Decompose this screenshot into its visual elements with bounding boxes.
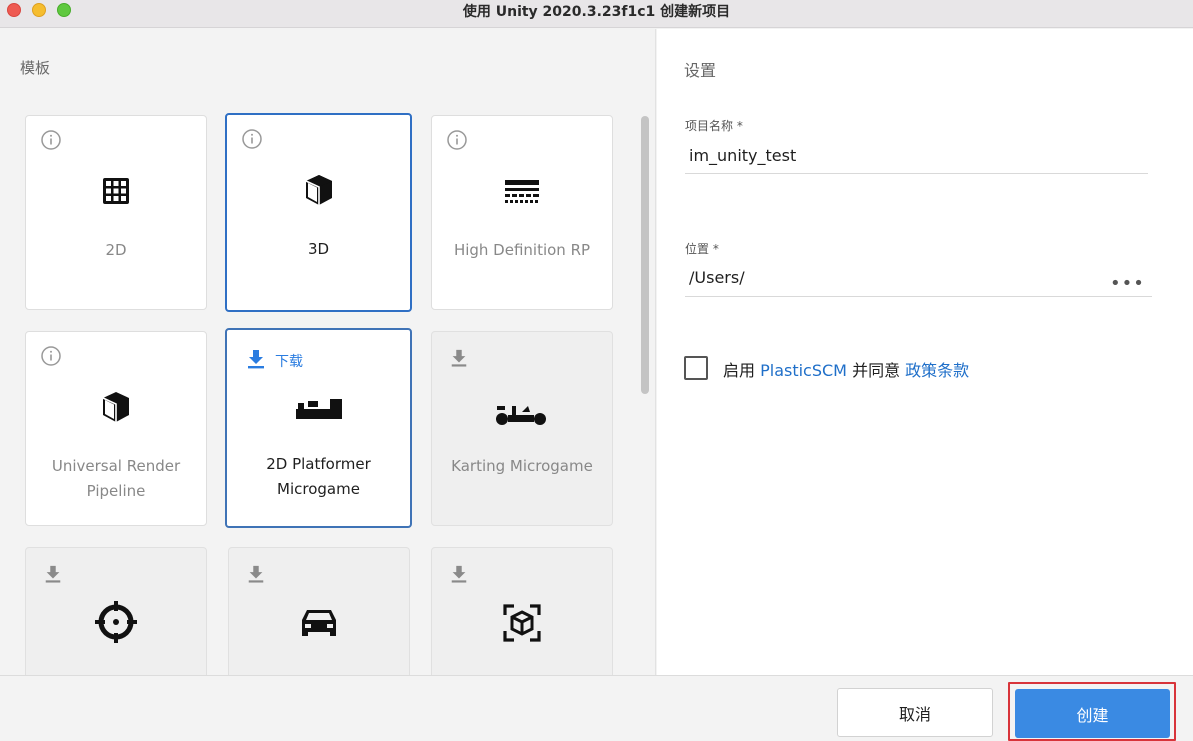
template-card-2d-platformer[interactable]: 下载 2D Platformer Microgame — [225, 328, 412, 528]
settings-title: 设置 — [684, 61, 717, 80]
plasticscm-checkbox[interactable] — [684, 356, 708, 380]
window-title: 使用 Unity 2020.3.23f1c1 创建新项目 — [462, 4, 731, 20]
car-icon — [229, 602, 409, 642]
browse-location-button[interactable]: ••• — [1110, 273, 1145, 294]
download-icon[interactable] — [245, 348, 267, 370]
project-name-underline — [685, 173, 1148, 174]
template-card-3d[interactable]: 3D — [225, 113, 412, 312]
template-card-urp[interactable]: Universal Render Pipeline — [25, 331, 207, 526]
template-name: 3D — [307, 240, 330, 258]
location-underline — [685, 296, 1152, 297]
plasticscm-link[interactable]: PlasticSCM — [760, 361, 847, 380]
info-icon[interactable] — [445, 128, 469, 152]
karting-icon — [432, 394, 612, 434]
cube-icon — [227, 170, 410, 210]
hdrp-icon — [432, 171, 612, 211]
template-name: High Definition RP — [453, 241, 591, 259]
footer-bar: 取消 创建 — [0, 675, 1193, 741]
template-name: Karting Microgame — [451, 457, 593, 475]
crosshair-icon — [26, 601, 206, 643]
create-button[interactable]: 创建 — [1015, 689, 1170, 738]
template-card-vehicle[interactable] — [228, 547, 410, 675]
download-label[interactable]: 下载 — [275, 351, 303, 371]
cube-icon — [26, 387, 206, 427]
templates-scrollbar[interactable] — [641, 116, 649, 394]
policy-terms-link[interactable]: 政策条款 — [905, 361, 969, 380]
templates-panel: 模板 2D 3D High Definition RP Universal Re… — [0, 29, 656, 675]
template-card-fps[interactable] — [25, 547, 207, 675]
templates-label: 模板 — [20, 59, 51, 77]
plasticscm-text: 启用 PlasticSCM 并同意 政策条款 — [723, 357, 969, 381]
template-name: 2D Platformer Microgame — [266, 455, 371, 498]
plasticscm-middle: 并同意 — [846, 361, 906, 380]
cancel-button[interactable]: 取消 — [837, 688, 993, 737]
platformer-icon — [227, 388, 410, 428]
download-icon[interactable] — [246, 564, 266, 584]
project-name-label: 项目名称 * — [685, 119, 743, 133]
project-name-input[interactable]: im_unity_test — [689, 146, 796, 165]
template-card-karting[interactable]: Karting Microgame — [431, 331, 613, 526]
template-name: Universal Render Pipeline — [51, 457, 181, 500]
location-label: 位置 * — [685, 242, 719, 256]
title-bar: 使用 Unity 2020.3.23f1c1 创建新项目 — [0, 0, 1193, 28]
info-icon[interactable] — [39, 128, 63, 152]
grid-icon — [26, 171, 206, 211]
plasticscm-prefix: 启用 — [723, 361, 761, 380]
template-card-ar[interactable] — [431, 547, 613, 675]
template-card-hdrp[interactable]: High Definition RP — [431, 115, 613, 310]
template-name: 2D — [105, 241, 127, 259]
settings-panel: 设置 项目名称 * im_unity_test 位置 * /Users/ •••… — [657, 29, 1193, 675]
download-icon[interactable] — [449, 348, 469, 368]
download-icon[interactable] — [449, 564, 469, 584]
location-input[interactable]: /Users/ — [689, 268, 745, 287]
create-project-window: 使用 Unity 2020.3.23f1c1 创建新项目 模板 2D 3D Hi… — [0, 0, 1193, 741]
template-card-2d[interactable]: 2D — [25, 115, 207, 310]
ar-cube-icon — [432, 603, 612, 643]
download-icon[interactable] — [43, 564, 63, 584]
info-icon[interactable] — [39, 344, 63, 368]
info-icon[interactable] — [240, 127, 264, 151]
